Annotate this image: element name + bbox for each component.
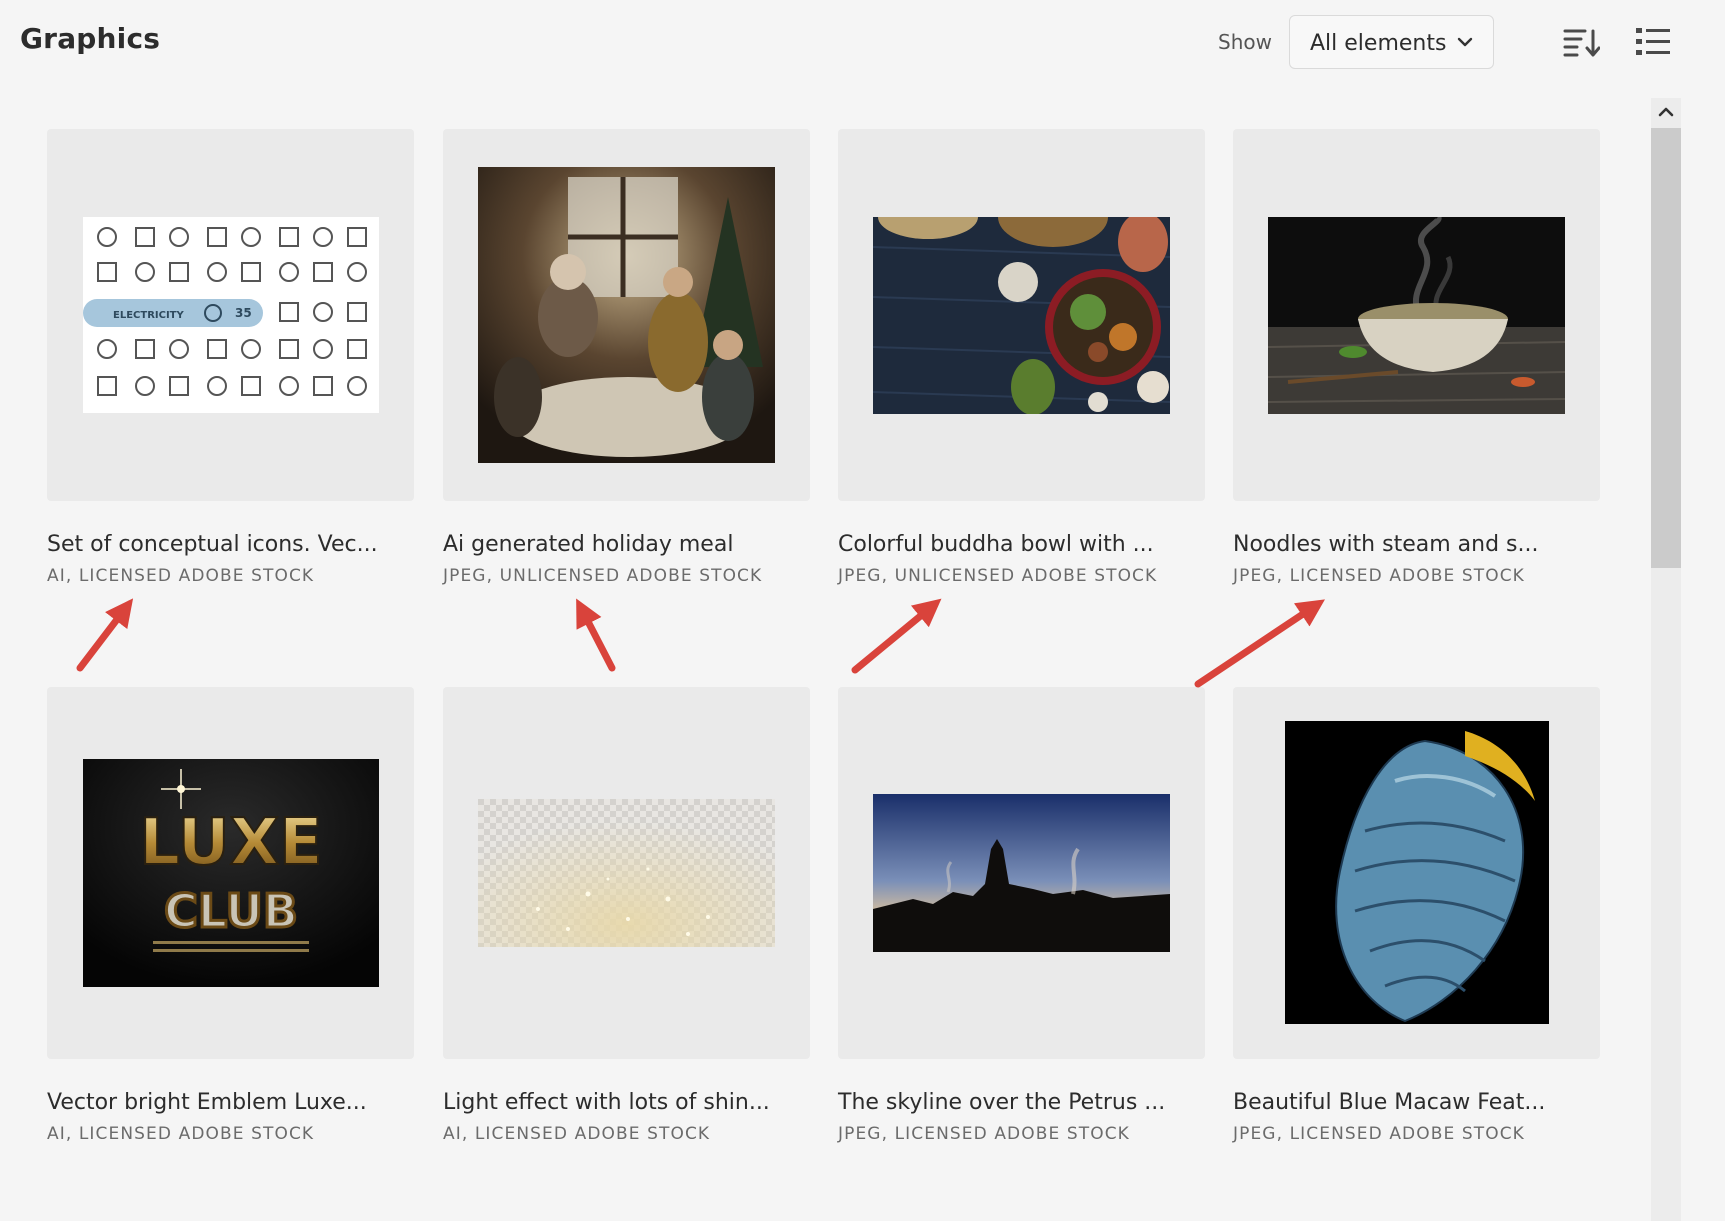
asset-meta: AI, LICENSED ADOBE STOCK [47,1124,315,1144]
asset-meta: JPEG, LICENSED ADOBE STOCK [1233,1124,1525,1144]
asset-thumbnail[interactable] [1233,687,1600,1059]
asset-thumbnail[interactable] [838,687,1205,1059]
light-effect-thumbnail [478,799,775,947]
asset-thumbnail[interactable] [1233,129,1600,501]
asset-meta: JPEG, UNLICENSED ADOBE STOCK [838,566,1158,586]
chevron-down-icon [1457,37,1473,47]
asset-meta: JPEG, UNLICENSED ADOBE STOCK [443,566,763,586]
page-title: Graphics [20,22,161,55]
annotation-arrow [1194,599,1325,688]
sort-icon[interactable] [1562,26,1600,58]
asset-thumbnail[interactable] [443,129,810,501]
list-view-icon[interactable] [1636,26,1670,58]
asset-meta: JPEG, LICENSED ADOBE STOCK [838,1124,1130,1144]
asset-title[interactable]: Set of conceptual icons. Vec... [47,532,378,557]
buddha-bowl-thumbnail [873,217,1170,414]
skyline-thumbnail [873,794,1170,952]
asset-meta: JPEG, LICENSED ADOBE STOCK [1233,566,1525,586]
luxe-top-text: LUXE [139,806,323,880]
noodles-thumbnail [1268,217,1565,414]
luxe-bottom-text: CLUB [164,884,298,938]
icon-set-number-text: 35 [235,306,252,320]
asset-title[interactable]: Noodles with steam and s... [1233,532,1538,557]
chevron-up-icon[interactable] [1656,103,1676,121]
macaw-thumbnail [1285,721,1549,1024]
scrollbar-thumb[interactable] [1651,128,1681,568]
show-label: Show [1218,30,1272,54]
asset-title[interactable]: Light effect with lots of shin... [443,1090,770,1115]
asset-title[interactable]: Vector bright Emblem Luxe... [47,1090,367,1115]
asset-thumbnail[interactable] [443,687,810,1059]
asset-thumbnail[interactable] [838,129,1205,501]
asset-title[interactable]: Colorful buddha bowl with ... [838,532,1154,557]
annotation-arrow [76,598,134,672]
asset-meta: AI, LICENSED ADOBE STOCK [443,1124,711,1144]
show-filter-dropdown[interactable]: All elements [1289,15,1494,69]
asset-meta: AI, LICENSED ADOBE STOCK [47,566,315,586]
show-filter-value: All elements [1310,31,1447,56]
asset-thumbnail[interactable]: ELECTRICITY 35 [47,129,414,501]
asset-title[interactable]: Ai generated holiday meal [443,532,733,557]
luxe-club-thumbnail: LUXE CLUB [83,759,379,987]
icon-set-thumbnail: ELECTRICITY 35 [83,217,379,413]
holiday-meal-thumbnail [478,167,775,463]
asset-title[interactable]: Beautiful Blue Macaw Feat... [1233,1090,1545,1115]
annotation-arrow [576,598,616,672]
asset-title[interactable]: The skyline over the Petrus ... [838,1090,1165,1115]
asset-thumbnail[interactable]: LUXE CLUB [47,687,414,1059]
page-header: Graphics Show All elements [0,0,1725,90]
icon-set-banner-text: ELECTRICITY [113,310,184,321]
annotation-arrow [851,598,942,674]
